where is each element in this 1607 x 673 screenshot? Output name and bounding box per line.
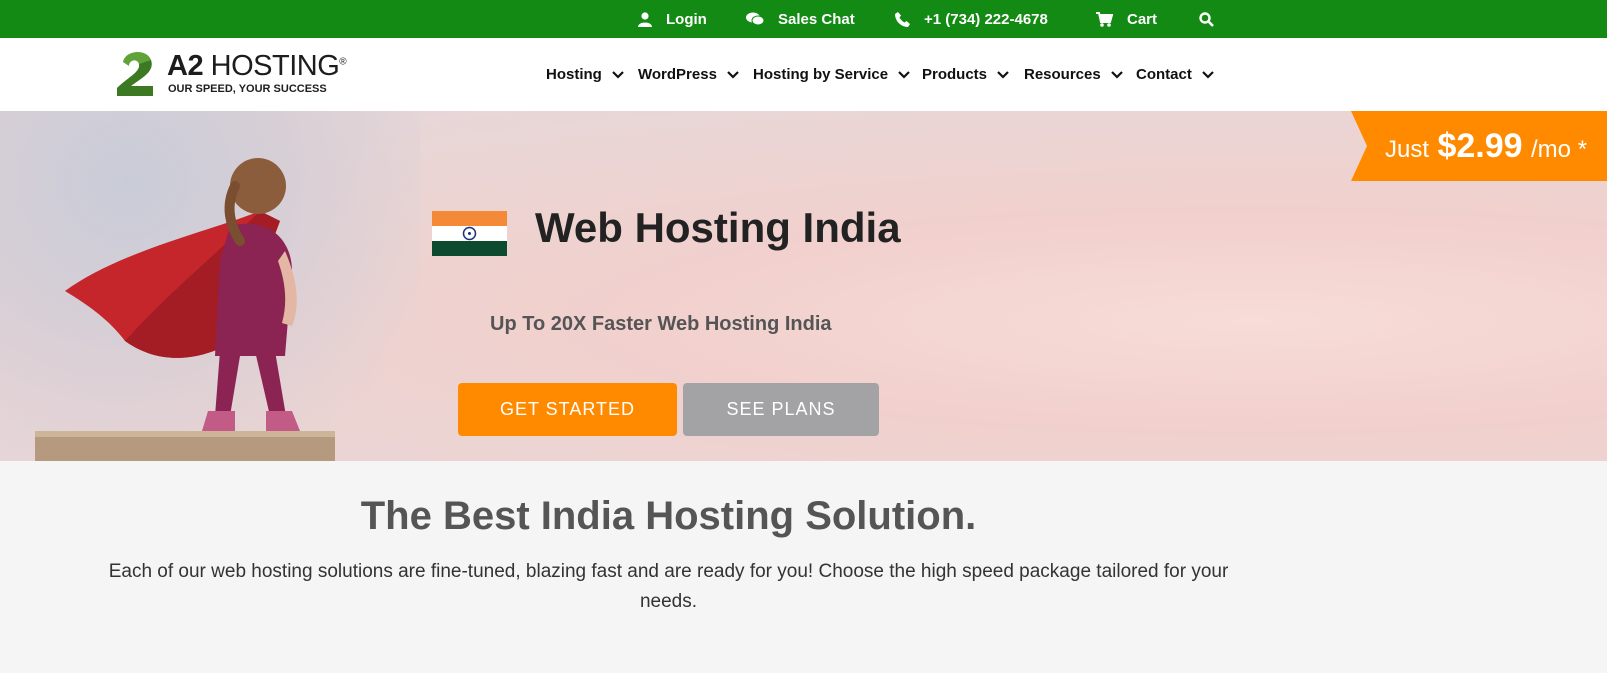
nav-products[interactable]: Products	[922, 38, 1009, 111]
solutions-section: The Best India Hosting Solution. Each of…	[0, 461, 1607, 673]
hero-title: Web Hosting India	[535, 204, 901, 251]
cart-link[interactable]: Cart	[1096, 0, 1157, 38]
phone-number: +1 (734) 222-4678	[924, 10, 1048, 28]
top-utility-bar: Login Sales Chat +1 (734) 222-4678 Cart	[0, 0, 1607, 38]
section-title: The Best India Hosting Solution.	[360, 494, 977, 538]
search-button[interactable]	[1199, 0, 1228, 38]
logo-brand-text: A2 HOSTING®	[167, 50, 347, 82]
login-link[interactable]: Login	[638, 0, 707, 38]
chat-icon	[746, 12, 764, 26]
superhero-girl-image	[35, 158, 335, 461]
chevron-down-icon	[1202, 70, 1214, 79]
get-started-button[interactable]: GET STARTED	[458, 383, 677, 436]
price-badge: Just $2.99 /mo *	[1351, 111, 1607, 181]
nav-contact[interactable]: Contact	[1136, 38, 1214, 111]
logo-tagline: OUR SPEED, YOUR SUCCESS	[168, 83, 327, 95]
cart-icon	[1096, 11, 1113, 27]
login-label: Login	[666, 10, 707, 28]
nav-hosting-by-service[interactable]: Hosting by Service	[753, 38, 910, 111]
nav-wordpress[interactable]: WordPress	[638, 38, 739, 111]
a2-hosting-logo[interactable]: A2 HOSTING® OUR SPEED, YOUR SUCCESS	[113, 48, 353, 100]
phone-link[interactable]: +1 (734) 222-4678	[895, 0, 1048, 38]
search-icon	[1199, 11, 1214, 27]
chevron-down-icon	[898, 70, 910, 79]
hero-banner: Just $2.99 /mo * Web Hosting India Up To…	[0, 111, 1607, 461]
price-text: Just $2.99 /mo *	[1385, 127, 1588, 165]
sales-chat-label: Sales Chat	[778, 10, 855, 28]
nav-hosting[interactable]: Hosting	[546, 38, 624, 111]
india-flag-icon	[432, 211, 507, 256]
nav-resources[interactable]: Resources	[1024, 38, 1123, 111]
main-header: A2 HOSTING® OUR SPEED, YOUR SUCCESS Host…	[0, 38, 1607, 111]
sales-chat-link[interactable]: Sales Chat	[746, 0, 855, 38]
chevron-down-icon	[727, 70, 739, 79]
logo-mark-icon	[117, 51, 153, 96]
chevron-down-icon	[997, 70, 1009, 79]
section-description: Each of our web hosting solutions are fi…	[108, 561, 1229, 612]
hero-subtitle: Up To 20X Faster Web Hosting India	[490, 313, 832, 335]
user-icon	[638, 11, 652, 27]
see-plans-button[interactable]: SEE PLANS	[683, 383, 879, 436]
phone-icon	[895, 11, 910, 27]
chevron-down-icon	[1110, 70, 1123, 79]
chevron-down-icon	[612, 70, 624, 79]
cart-label: Cart	[1127, 10, 1158, 28]
